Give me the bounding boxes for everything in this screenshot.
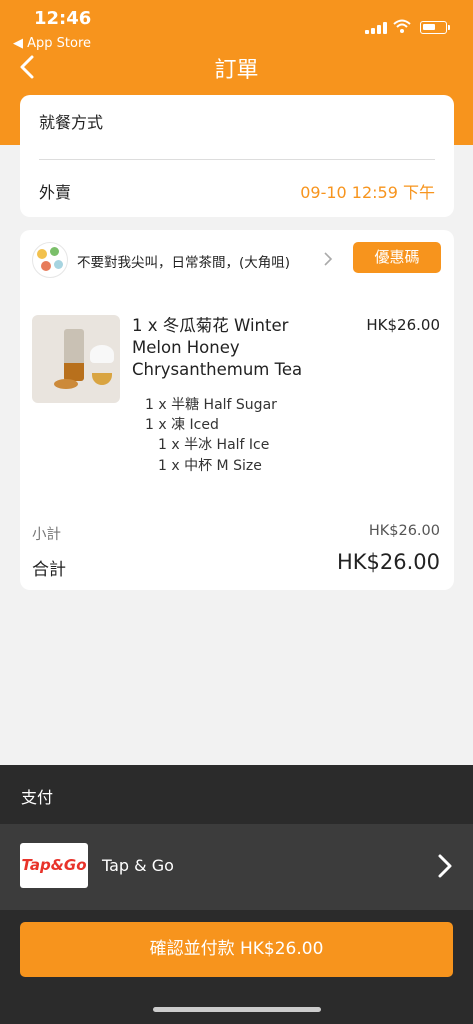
coupon-button[interactable]: 優惠碼 bbox=[353, 242, 441, 273]
item-option: 1 x 中杯 M Size bbox=[158, 458, 262, 474]
total-value: HK$26.00 bbox=[336, 550, 440, 574]
dining-method-card: 就餐方式 外賣 09-10 12:59 下午 bbox=[20, 95, 454, 217]
home-indicator bbox=[153, 1007, 321, 1012]
back-to-app-store-link[interactable]: ◀ App Store bbox=[13, 36, 91, 51]
shop-name[interactable]: 不要對我尖叫，日常茶間，(大角咀) bbox=[77, 251, 290, 271]
signal-icon bbox=[365, 22, 387, 34]
total-label: 合計 bbox=[32, 560, 66, 580]
confirm-pay-button[interactable]: 確認並付款 HK$26.00 bbox=[20, 922, 453, 977]
item-option: 1 x 半糖 Half Sugar bbox=[145, 397, 277, 413]
chevron-right-icon[interactable] bbox=[436, 852, 454, 880]
divider bbox=[39, 159, 435, 160]
pickup-time[interactable]: 09-10 12:59 下午 bbox=[300, 179, 435, 203]
item-option: 1 x 半冰 Half Ice bbox=[158, 437, 270, 453]
payment-method-row[interactable]: Tap&Go Tap & Go bbox=[0, 824, 473, 910]
subtotal-value: HK$26.00 bbox=[368, 523, 440, 539]
payment-title: 支付 bbox=[21, 788, 54, 807]
dining-method-label: 就餐方式 bbox=[39, 113, 104, 132]
payment-panel: 支付 Tap&Go Tap & Go 確認並付款 HK$26.00 bbox=[0, 765, 473, 1024]
order-card: 不要對我尖叫，日常茶間，(大角咀) 優惠碼 1 x 冬瓜菊花 Winter Me… bbox=[20, 230, 454, 590]
shop-logo bbox=[32, 242, 68, 278]
chevron-right-icon[interactable] bbox=[323, 251, 333, 267]
status-icons bbox=[365, 19, 451, 35]
subtotal-label: 小計 bbox=[32, 527, 61, 543]
battery-icon bbox=[420, 21, 450, 34]
page-title: 訂單 bbox=[214, 58, 259, 83]
item-price: HK$26.00 bbox=[366, 316, 440, 334]
status-time: 12:46 bbox=[34, 8, 92, 29]
dining-mode-takeaway[interactable]: 外賣 bbox=[39, 179, 71, 203]
item-name: 1 x 冬瓜菊花 Winter Melon Honey Chrysanthemu… bbox=[132, 316, 303, 379]
payment-method-name: Tap & Go bbox=[102, 856, 174, 875]
item-option: 1 x 凍 Iced bbox=[145, 417, 219, 433]
item-image bbox=[32, 315, 120, 403]
tap-and-go-logo: Tap&Go bbox=[20, 843, 88, 888]
status-bar: 12:46 ◀ App Store bbox=[0, 0, 473, 51]
wifi-icon bbox=[393, 19, 411, 33]
